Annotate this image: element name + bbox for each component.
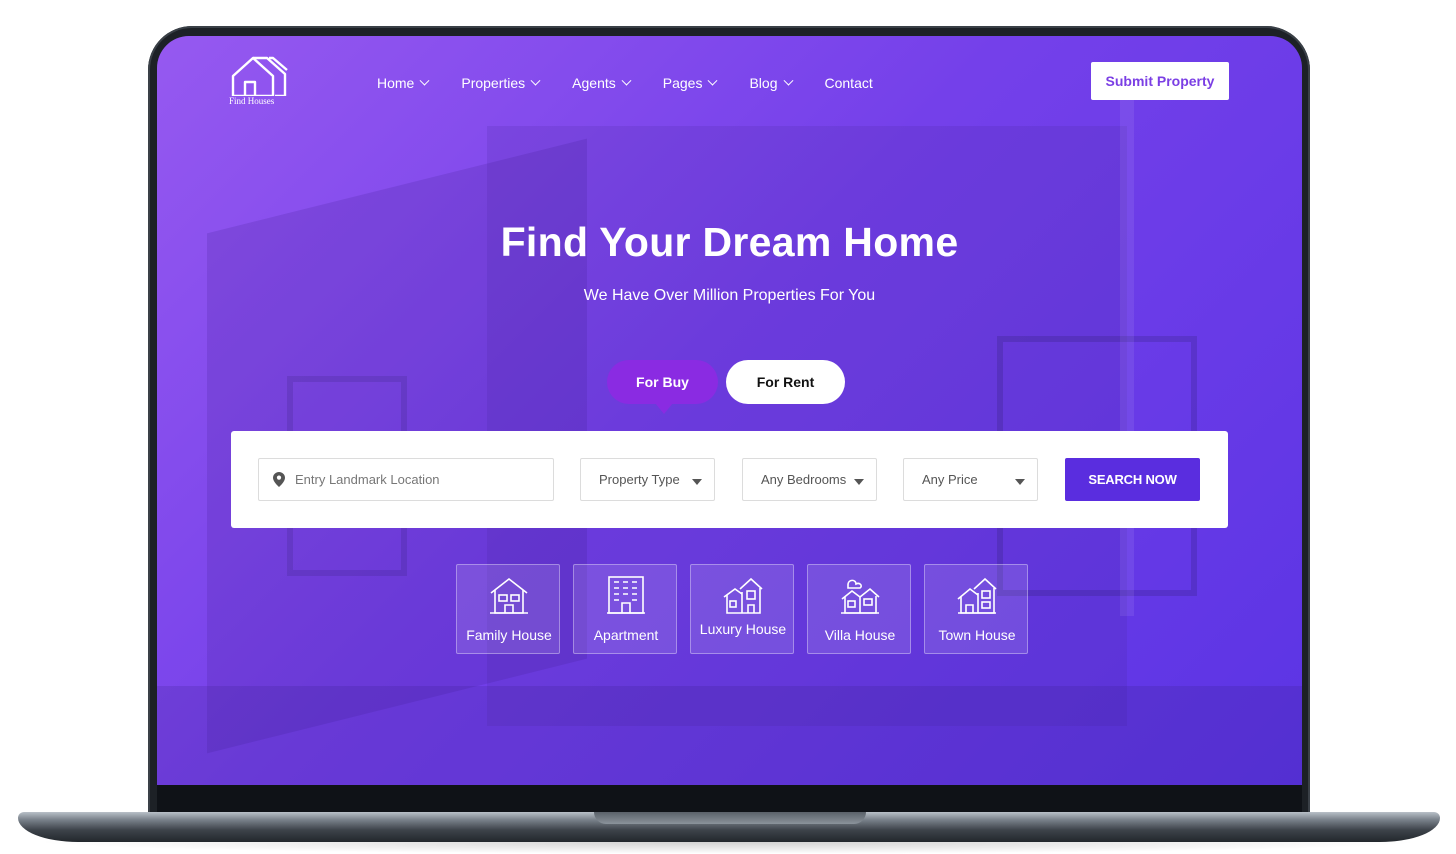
hero-subtitle: We Have Over Million Properties For You — [583, 287, 876, 304]
nav-label: Pages — [662, 75, 703, 91]
town-house-icon — [957, 577, 997, 614]
nav-label: Home — [377, 75, 415, 91]
tab-for-buy[interactable]: For Buy — [607, 360, 718, 414]
nav-item-home[interactable]: Home — [377, 72, 430, 94]
category-luxury-house[interactable]: Luxury House — [690, 564, 794, 654]
nav-item-pages[interactable]: Pages — [662, 72, 718, 94]
search-now-button[interactable]: SEARCH NOW — [1065, 458, 1200, 501]
bedrooms-select[interactable]: Any Bedrooms — [742, 458, 877, 501]
site-logo[interactable]: Find Houses — [229, 54, 293, 108]
nav-label: Blog — [749, 75, 778, 91]
category-label: Apartment — [593, 627, 659, 643]
category-label: Luxury House — [699, 621, 787, 637]
submit-property-button[interactable]: Submit Property — [1091, 62, 1229, 100]
category-list: Family House Apartment Luxury House Vill… — [456, 564, 1041, 654]
category-label: Family House — [466, 627, 552, 643]
background-pole — [1120, 96, 1134, 616]
tab-for-rent[interactable]: For Rent — [726, 360, 845, 404]
category-family-house[interactable]: Family House — [456, 564, 560, 654]
hero-title: Find Your Dream Home — [500, 219, 959, 265]
nav-item-contact[interactable]: Contact — [825, 72, 873, 94]
chevron-down-icon — [530, 75, 541, 86]
location-field[interactable] — [258, 458, 554, 501]
caret-down-icon — [854, 479, 864, 485]
category-label: Town House — [938, 627, 1016, 643]
background-deck — [157, 686, 1302, 785]
nav-label: Contact — [824, 75, 873, 91]
luxury-house-icon — [723, 577, 763, 614]
caret-down-icon — [692, 479, 702, 485]
category-villa-house[interactable]: Villa House — [807, 564, 911, 654]
property-type-select[interactable]: Property Type — [580, 458, 715, 501]
caret-down-icon — [1015, 479, 1025, 485]
chevron-down-icon — [708, 75, 718, 86]
category-label: Villa House — [824, 627, 896, 643]
category-apartment[interactable]: Apartment — [573, 564, 677, 654]
select-value: Any Bedrooms — [761, 472, 847, 487]
family-house-icon — [490, 577, 528, 614]
screen: Find Houses Home Properties Agents Pages… — [157, 36, 1302, 785]
laptop-notch — [594, 812, 866, 824]
chevron-down-icon — [621, 75, 632, 86]
chevron-down-icon — [419, 75, 430, 86]
nav-item-agents[interactable]: Agents — [572, 72, 632, 94]
house-logo-icon — [231, 56, 288, 96]
select-value: Any Price — [922, 472, 978, 487]
nav-label: Properties — [461, 75, 526, 91]
search-panel: Property Type Any Bedrooms Any Price SEA… — [231, 431, 1228, 528]
villa-house-icon — [841, 579, 880, 614]
logo-text: Find Houses — [229, 96, 275, 106]
category-town-house[interactable]: Town House — [924, 564, 1028, 654]
nav-item-blog[interactable]: Blog — [749, 72, 793, 94]
nav-item-properties[interactable]: Properties — [461, 72, 541, 94]
location-input[interactable] — [295, 472, 535, 487]
screen-bezel — [157, 785, 1302, 813]
main-nav: Home Properties Agents Pages Blog Contac… — [377, 72, 906, 94]
apartment-icon — [607, 576, 645, 614]
chevron-down-icon — [783, 75, 793, 86]
map-pin-icon — [273, 472, 285, 487]
price-select[interactable]: Any Price — [903, 458, 1038, 501]
nav-label: Agents — [572, 75, 616, 91]
select-value: Property Type — [599, 472, 680, 487]
